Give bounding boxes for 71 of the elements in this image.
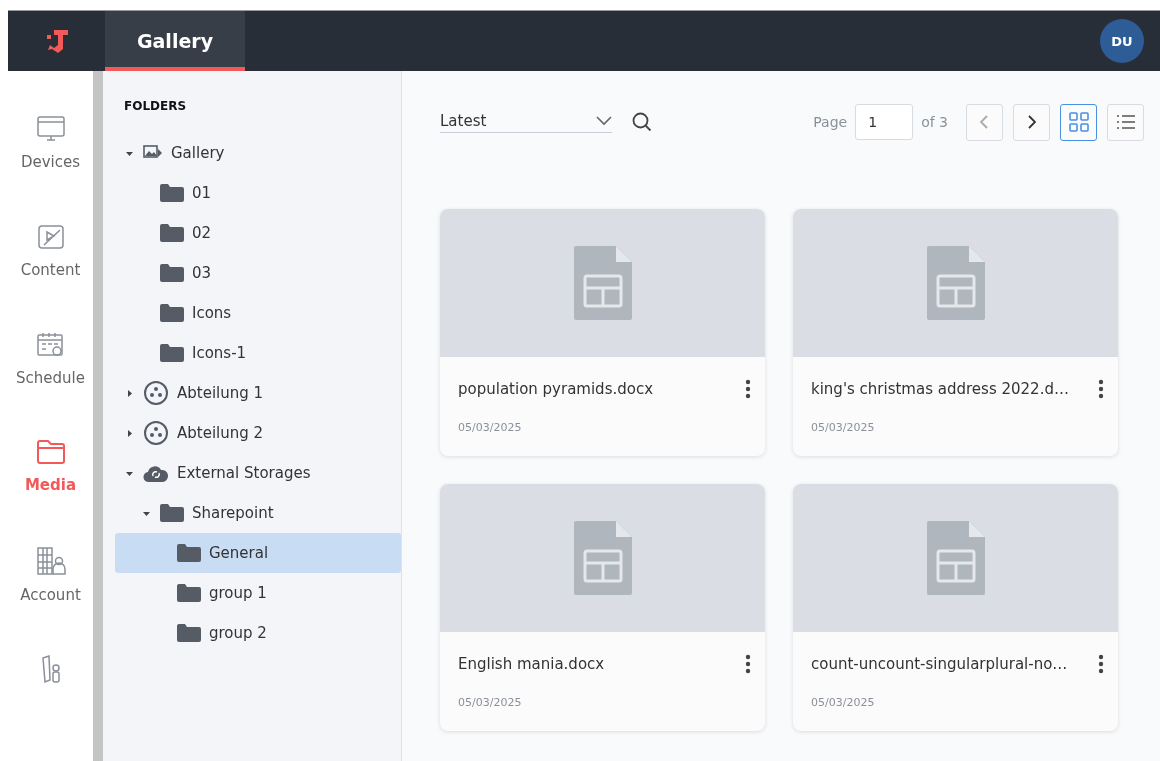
more-options-icon[interactable] <box>1098 379 1104 399</box>
folder-tree-item[interactable]: Icons <box>115 293 401 333</box>
file-name: population pyramids.docx <box>458 380 654 398</box>
folder-tree-item[interactable]: External Storages <box>115 453 401 493</box>
file-name: English mania.docx <box>458 655 605 673</box>
folder-tree-item[interactable]: Abteilung 2 <box>115 413 401 453</box>
folder-icon <box>160 264 184 282</box>
cloud-sync-icon <box>143 463 169 483</box>
nav-item[interactable]: Devices <box>8 115 93 223</box>
spreadsheet-file-icon <box>573 521 632 595</box>
folder-tree-item[interactable]: General <box>115 533 401 573</box>
nav-item[interactable]: Content <box>8 222 93 331</box>
nav-item[interactable]: Schedule <box>8 330 93 439</box>
folders-heading: FOLDERS <box>124 99 188 113</box>
file-card[interactable]: population pyramids.docx 05/03/2025 <box>440 209 765 456</box>
list-view-button[interactable] <box>1107 103 1144 141</box>
page-label: Page <box>813 114 848 130</box>
folder-icon <box>160 304 184 322</box>
more-options-icon[interactable] <box>1098 654 1104 674</box>
folder-icon <box>160 224 184 242</box>
file-name: count-uncount-singularplural-no… <box>811 655 1068 673</box>
user-avatar[interactable]: DU <box>1100 19 1144 63</box>
folder-icon <box>160 184 184 202</box>
chevron-left-icon <box>980 115 989 129</box>
folder-icon <box>177 584 201 602</box>
folder-icon <box>35 438 66 467</box>
next-page-button[interactable] <box>1013 103 1050 141</box>
file-date: 05/03/2025 <box>811 421 876 434</box>
group-icon <box>143 380 169 406</box>
building-user-icon <box>35 546 66 577</box>
file-date: 05/03/2025 <box>458 421 523 434</box>
page-total: of 3 <box>921 114 948 130</box>
grid-view-button[interactable] <box>1060 103 1097 141</box>
spreadsheet-file-icon <box>573 246 632 320</box>
file-date: 05/03/2025 <box>811 696 876 709</box>
folder-tree-item[interactable]: Icons-1 <box>115 333 401 373</box>
monitor-icon <box>35 115 66 143</box>
folder-tree-item[interactable]: Sharepoint <box>115 493 401 533</box>
more-options-icon[interactable] <box>745 654 751 674</box>
gallery-tab[interactable]: Gallery <box>105 11 245 71</box>
file-date: 05/03/2025 <box>458 696 523 709</box>
grid-icon <box>1068 112 1089 132</box>
chevron-right-icon <box>1027 115 1036 129</box>
folder-icon <box>177 544 201 562</box>
spreadsheet-file-icon <box>926 246 985 320</box>
group-icon <box>143 420 169 446</box>
calendar-icon <box>35 330 66 359</box>
more-options-icon[interactable] <box>745 379 751 399</box>
search-icon[interactable] <box>632 112 652 132</box>
folder-tree-item[interactable]: 02 <box>115 213 401 253</box>
nav-item[interactable]: Account <box>8 546 93 655</box>
file-name: king's christmas address 2022.d… <box>811 380 1069 398</box>
folder-icon <box>177 624 201 642</box>
spreadsheet-file-icon <box>926 521 985 595</box>
chevron-down-icon <box>596 115 612 126</box>
file-card[interactable]: English mania.docx 05/03/2025 <box>440 484 765 731</box>
file-card[interactable]: count-uncount-singularplural-no… 05/03/2025 <box>793 484 1118 731</box>
folder-tree-item[interactable]: group 1 <box>115 573 401 613</box>
media-edit-icon <box>35 222 66 251</box>
sort-dropdown[interactable]: Latest <box>440 111 612 133</box>
folder-tree-item[interactable]: 03 <box>115 253 401 293</box>
folder-icon <box>160 344 184 362</box>
folder-icon <box>160 504 184 522</box>
page-input[interactable]: 1 <box>855 104 914 140</box>
file-card[interactable]: king's christmas address 2022.d… 05/03/2025 <box>793 209 1118 456</box>
folder-tree-item[interactable]: 01 <box>115 173 401 213</box>
list-icon <box>1115 114 1136 130</box>
folder-tree-item[interactable]: Abteilung 1 <box>115 373 401 413</box>
images-icon <box>143 145 163 161</box>
folder-tree-item[interactable]: Gallery <box>115 133 401 173</box>
folder-tree-item[interactable]: group 2 <box>115 613 401 653</box>
